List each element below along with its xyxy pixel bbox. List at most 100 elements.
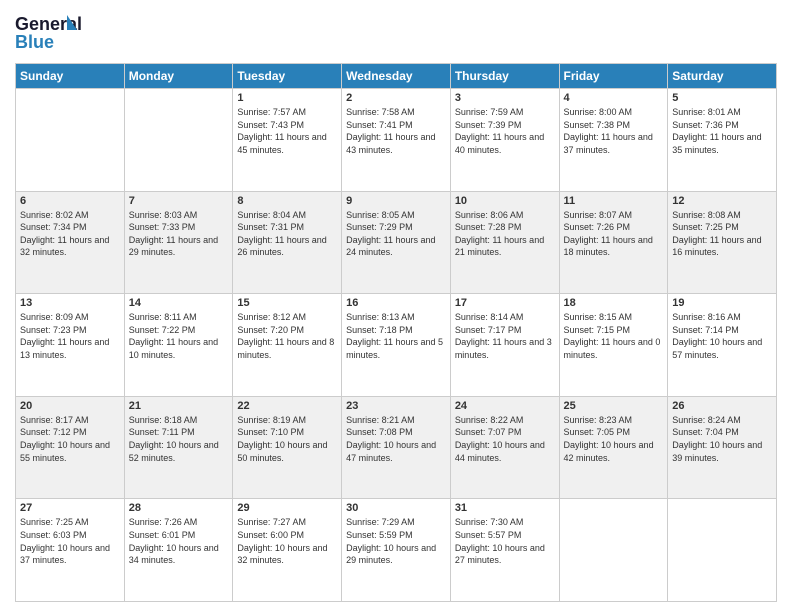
day-number: 26 xyxy=(672,400,772,412)
day-info: Sunrise: 8:09 AM Sunset: 7:23 PM Dayligh… xyxy=(20,311,120,361)
col-header-friday: Friday xyxy=(559,64,668,89)
week-row-1: 1 Sunrise: 7:57 AM Sunset: 7:43 PM Daylig… xyxy=(16,89,777,192)
day-info: Sunrise: 7:29 AM Sunset: 5:59 PM Dayligh… xyxy=(346,516,446,566)
day-info: Sunrise: 8:00 AM Sunset: 7:38 PM Dayligh… xyxy=(564,106,664,156)
day-info: Sunrise: 8:04 AM Sunset: 7:31 PM Dayligh… xyxy=(237,209,337,259)
calendar-table: SundayMondayTuesdayWednesdayThursdayFrid… xyxy=(15,63,777,602)
day-cell: 6 Sunrise: 8:02 AM Sunset: 7:34 PM Daylig… xyxy=(16,191,125,294)
day-cell xyxy=(124,89,233,192)
logo-icon: GeneralBlue xyxy=(15,10,85,55)
day-cell: 13 Sunrise: 8:09 AM Sunset: 7:23 PM Dayli… xyxy=(16,294,125,397)
day-cell: 21 Sunrise: 8:18 AM Sunset: 7:11 PM Dayli… xyxy=(124,396,233,499)
day-cell: 15Sunrise: 8:12 AM Sunset: 7:20 PM Dayli… xyxy=(233,294,342,397)
day-number: 1 xyxy=(237,92,337,104)
day-info: Sunrise: 7:57 AM Sunset: 7:43 PM Dayligh… xyxy=(237,106,337,156)
day-number: 17 xyxy=(455,297,555,309)
col-header-saturday: Saturday xyxy=(668,64,777,89)
day-info: Sunrise: 7:58 AM Sunset: 7:41 PM Dayligh… xyxy=(346,106,446,156)
day-info: Sunrise: 8:21 AM Sunset: 7:08 PM Dayligh… xyxy=(346,414,446,464)
header: GeneralBlue xyxy=(15,10,777,55)
day-cell: 2 Sunrise: 7:58 AM Sunset: 7:41 PM Daylig… xyxy=(342,89,451,192)
day-info: Sunrise: 8:02 AM Sunset: 7:34 PM Dayligh… xyxy=(20,209,120,259)
day-cell: 10Sunrise: 8:06 AM Sunset: 7:28 PM Dayli… xyxy=(450,191,559,294)
day-number: 27 xyxy=(20,502,120,514)
day-number: 24 xyxy=(455,400,555,412)
day-cell: 22Sunrise: 8:19 AM Sunset: 7:10 PM Dayli… xyxy=(233,396,342,499)
week-row-2: 6 Sunrise: 8:02 AM Sunset: 7:34 PM Daylig… xyxy=(16,191,777,294)
day-info: Sunrise: 7:59 AM Sunset: 7:39 PM Dayligh… xyxy=(455,106,555,156)
day-info: Sunrise: 8:15 AM Sunset: 7:15 PM Dayligh… xyxy=(564,311,664,361)
day-cell: 24 Sunrise: 8:22 AM Sunset: 7:07 PM Dayli… xyxy=(450,396,559,499)
header-row: SundayMondayTuesdayWednesdayThursdayFrid… xyxy=(16,64,777,89)
day-number: 25 xyxy=(564,400,664,412)
day-number: 19 xyxy=(672,297,772,309)
day-info: Sunrise: 8:22 AM Sunset: 7:07 PM Dayligh… xyxy=(455,414,555,464)
day-number: 9 xyxy=(346,195,446,207)
day-number: 23 xyxy=(346,400,446,412)
day-info: Sunrise: 8:18 AM Sunset: 7:11 PM Dayligh… xyxy=(129,414,229,464)
day-cell: 3 Sunrise: 7:59 AM Sunset: 7:39 PM Daylig… xyxy=(450,89,559,192)
week-row-3: 13 Sunrise: 8:09 AM Sunset: 7:23 PM Dayli… xyxy=(16,294,777,397)
day-number: 30 xyxy=(346,502,446,514)
week-row-4: 20 Sunrise: 8:17 AM Sunset: 7:12 PM Dayli… xyxy=(16,396,777,499)
day-number: 11 xyxy=(564,195,664,207)
day-cell: 19 Sunrise: 8:16 AM Sunset: 7:14 PM Dayli… xyxy=(668,294,777,397)
day-number: 10 xyxy=(455,195,555,207)
day-cell: 17 Sunrise: 8:14 AM Sunset: 7:17 PM Dayli… xyxy=(450,294,559,397)
svg-text:Blue: Blue xyxy=(15,32,54,52)
day-cell: 1 Sunrise: 7:57 AM Sunset: 7:43 PM Daylig… xyxy=(233,89,342,192)
day-number: 3 xyxy=(455,92,555,104)
day-cell: 30 Sunrise: 7:29 AM Sunset: 5:59 PM Dayli… xyxy=(342,499,451,602)
day-info: Sunrise: 8:08 AM Sunset: 7:25 PM Dayligh… xyxy=(672,209,772,259)
day-cell: 29Sunrise: 7:27 AM Sunset: 6:00 PM Dayli… xyxy=(233,499,342,602)
day-info: Sunrise: 8:01 AM Sunset: 7:36 PM Dayligh… xyxy=(672,106,772,156)
day-number: 28 xyxy=(129,502,229,514)
day-cell xyxy=(16,89,125,192)
day-cell xyxy=(668,499,777,602)
day-cell: 20 Sunrise: 8:17 AM Sunset: 7:12 PM Dayli… xyxy=(16,396,125,499)
day-info: Sunrise: 7:26 AM Sunset: 6:01 PM Dayligh… xyxy=(129,516,229,566)
day-cell: 23 Sunrise: 8:21 AM Sunset: 7:08 PM Dayli… xyxy=(342,396,451,499)
day-number: 8 xyxy=(237,195,337,207)
day-number: 2 xyxy=(346,92,446,104)
day-cell: 12 Sunrise: 8:08 AM Sunset: 7:25 PM Dayli… xyxy=(668,191,777,294)
day-info: Sunrise: 8:19 AM Sunset: 7:10 PM Dayligh… xyxy=(237,414,337,464)
day-info: Sunrise: 8:07 AM Sunset: 7:26 PM Dayligh… xyxy=(564,209,664,259)
day-info: Sunrise: 8:14 AM Sunset: 7:17 PM Dayligh… xyxy=(455,311,555,361)
day-number: 4 xyxy=(564,92,664,104)
day-number: 15 xyxy=(237,297,337,309)
day-info: Sunrise: 8:11 AM Sunset: 7:22 PM Dayligh… xyxy=(129,311,229,361)
day-cell: 26 Sunrise: 8:24 AM Sunset: 7:04 PM Dayli… xyxy=(668,396,777,499)
day-cell: 7 Sunrise: 8:03 AM Sunset: 7:33 PM Daylig… xyxy=(124,191,233,294)
day-number: 6 xyxy=(20,195,120,207)
col-header-sunday: Sunday xyxy=(16,64,125,89)
day-number: 13 xyxy=(20,297,120,309)
day-cell: 11 Sunrise: 8:07 AM Sunset: 7:26 PM Dayli… xyxy=(559,191,668,294)
day-number: 14 xyxy=(129,297,229,309)
day-info: Sunrise: 8:13 AM Sunset: 7:18 PM Dayligh… xyxy=(346,311,446,361)
day-cell: 28 Sunrise: 7:26 AM Sunset: 6:01 PM Dayli… xyxy=(124,499,233,602)
col-header-monday: Monday xyxy=(124,64,233,89)
logo: GeneralBlue xyxy=(15,10,85,55)
day-info: Sunrise: 8:16 AM Sunset: 7:14 PM Dayligh… xyxy=(672,311,772,361)
col-header-thursday: Thursday xyxy=(450,64,559,89)
day-number: 12 xyxy=(672,195,772,207)
day-info: Sunrise: 8:03 AM Sunset: 7:33 PM Dayligh… xyxy=(129,209,229,259)
day-number: 21 xyxy=(129,400,229,412)
col-header-wednesday: Wednesday xyxy=(342,64,451,89)
day-info: Sunrise: 8:17 AM Sunset: 7:12 PM Dayligh… xyxy=(20,414,120,464)
day-cell: 18Sunrise: 8:15 AM Sunset: 7:15 PM Dayli… xyxy=(559,294,668,397)
day-number: 7 xyxy=(129,195,229,207)
day-cell: 27Sunrise: 7:25 AM Sunset: 6:03 PM Dayli… xyxy=(16,499,125,602)
day-cell: 31Sunrise: 7:30 AM Sunset: 5:57 PM Dayli… xyxy=(450,499,559,602)
day-cell xyxy=(559,499,668,602)
day-info: Sunrise: 8:05 AM Sunset: 7:29 PM Dayligh… xyxy=(346,209,446,259)
day-cell: 14 Sunrise: 8:11 AM Sunset: 7:22 PM Dayli… xyxy=(124,294,233,397)
page: GeneralBlue SundayMondayTuesdayWednesday… xyxy=(0,0,792,612)
day-cell: 4 Sunrise: 8:00 AM Sunset: 7:38 PM Daylig… xyxy=(559,89,668,192)
day-number: 31 xyxy=(455,502,555,514)
day-number: 20 xyxy=(20,400,120,412)
day-cell: 25 Sunrise: 8:23 AM Sunset: 7:05 PM Dayli… xyxy=(559,396,668,499)
day-info: Sunrise: 8:24 AM Sunset: 7:04 PM Dayligh… xyxy=(672,414,772,464)
day-info: Sunrise: 8:23 AM Sunset: 7:05 PM Dayligh… xyxy=(564,414,664,464)
